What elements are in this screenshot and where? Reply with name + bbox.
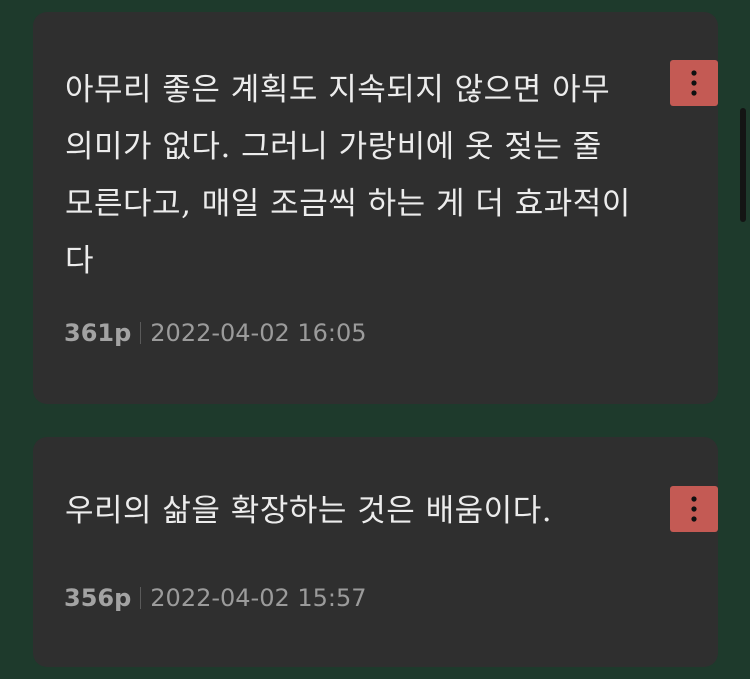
scrollbar-thumb[interactable] bbox=[740, 108, 746, 222]
note-quote-text: 우리의 삶을 확장하는 것은 배움이다. bbox=[65, 493, 553, 529]
note-quote-text: 아무리 좋은 계획도 지속되지 않으면 아무 의미가 없다. 그러니 가랑비에 … bbox=[65, 72, 631, 279]
note-menu-button[interactable] bbox=[670, 486, 718, 532]
note-meta: 356p 2022-04-02 15:57 bbox=[64, 584, 367, 612]
meta-divider bbox=[140, 322, 142, 344]
vertical-dots-icon bbox=[691, 496, 697, 522]
meta-divider bbox=[140, 587, 142, 609]
note-meta: 361p 2022-04-02 16:05 bbox=[64, 319, 367, 347]
note-page-number: 361p bbox=[64, 319, 132, 347]
note-timestamp: 2022-04-02 15:57 bbox=[150, 584, 367, 612]
note-card[interactable]: 우리의 삶을 확장하는 것은 배움이다. 356p 2022-04-02 15:… bbox=[33, 437, 718, 667]
note-menu-button[interactable] bbox=[670, 60, 718, 106]
note-card[interactable]: 아무리 좋은 계획도 지속되지 않으면 아무 의미가 없다. 그러니 가랑비에 … bbox=[33, 12, 718, 404]
note-timestamp: 2022-04-02 16:05 bbox=[150, 319, 367, 347]
vertical-dots-icon bbox=[691, 70, 697, 96]
note-page-number: 356p bbox=[64, 584, 132, 612]
